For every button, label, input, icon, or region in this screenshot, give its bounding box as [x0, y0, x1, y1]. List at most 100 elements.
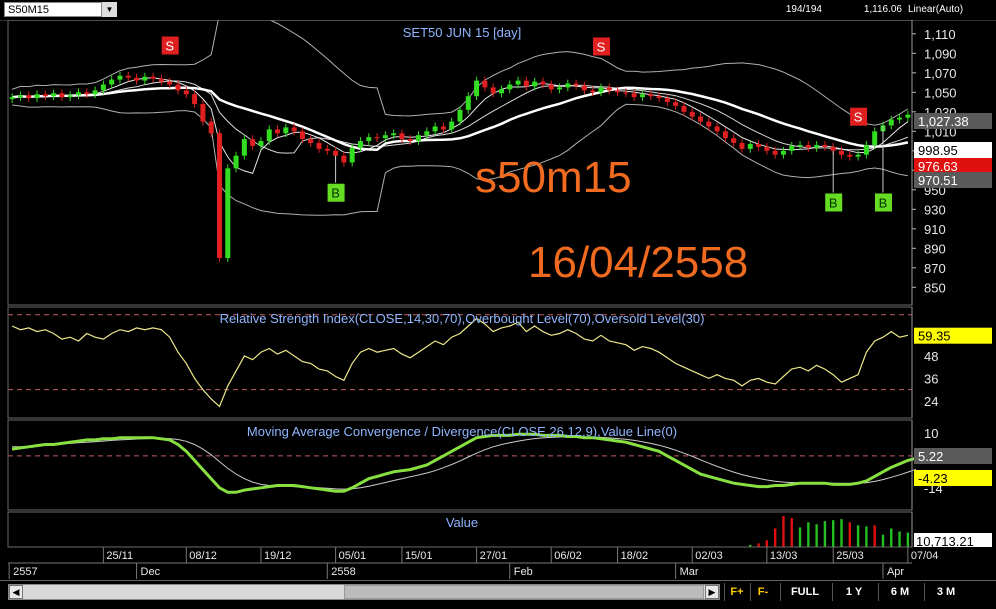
candle-body — [59, 93, 65, 98]
range-3m-button[interactable]: 3 M — [924, 583, 967, 601]
panel-frame-price — [7, 20, 913, 306]
rsi-title: Relative Strength Index(CLOSE,14,30,70),… — [220, 311, 705, 326]
triangle-left-icon[interactable]: ◀ — [9, 585, 23, 599]
candle-body — [357, 141, 363, 148]
macd-tick-label: 10 — [924, 426, 938, 441]
candle-body — [797, 144, 803, 147]
range-1y-button[interactable]: 1 Y — [832, 583, 875, 601]
candle-body — [606, 87, 612, 91]
date-tick-label: 25/03 — [836, 550, 864, 562]
month-tick-label: 2557 — [13, 566, 37, 578]
candle-body — [590, 90, 596, 93]
candle-body — [266, 129, 272, 142]
candle-body — [233, 155, 239, 169]
candle-body — [341, 155, 347, 163]
candle-body — [565, 83, 571, 88]
candle-body — [639, 94, 645, 98]
value-bar — [840, 519, 843, 547]
candle-body — [515, 80, 521, 85]
chart-area[interactable]: S B S S B B SET50 JUN 15 [day] 1,110 1,090 1,070 1… — [0, 20, 996, 580]
value-bar — [832, 520, 835, 547]
candle-body — [905, 114, 911, 118]
candle-body — [208, 121, 214, 134]
date-tick-label: 19/12 — [264, 550, 292, 562]
candle-body — [324, 148, 330, 151]
date-tick-label: 15/01 — [405, 550, 433, 562]
candle-body — [540, 81, 546, 85]
date-tick-label: 08/12 — [189, 550, 217, 562]
candle-body — [407, 139, 413, 142]
value-bar — [865, 526, 868, 547]
date-tick-label: 18/02 — [621, 550, 649, 562]
candle-body — [548, 84, 554, 90]
value-bar — [906, 532, 910, 547]
candle-body — [872, 131, 878, 145]
candle-body — [449, 121, 455, 130]
candle-body — [847, 154, 853, 157]
candle-body — [490, 87, 496, 94]
candle-body — [374, 137, 380, 139]
zoom-out-button[interactable]: F- — [750, 583, 775, 601]
candle-body — [557, 87, 563, 90]
value-bar — [815, 524, 818, 547]
candle-body — [92, 90, 98, 95]
zoom-in-button[interactable]: F+ — [724, 583, 749, 601]
price-tick-label: 870 — [924, 261, 946, 276]
candle-body — [739, 143, 745, 149]
value-bar — [823, 521, 827, 547]
triangle-right-icon[interactable]: ▶ — [705, 585, 719, 599]
date-tick-label: 25/11 — [106, 550, 133, 562]
candle-body — [117, 75, 123, 80]
candle-body — [474, 80, 480, 97]
scale-mode[interactable]: Linear(Auto) — [908, 3, 976, 17]
rsi-line — [11, 317, 909, 408]
horizontal-scrollbar[interactable]: ◀ ▶ — [8, 584, 720, 600]
candle-body — [440, 126, 446, 130]
price-tick-label: 1,070 — [924, 66, 957, 81]
watermark-date: 16/04/2558 — [528, 238, 748, 287]
rsi-value-label: 59.35 — [918, 329, 951, 344]
candle-body — [225, 168, 231, 259]
candle-body — [84, 92, 90, 95]
candle-body — [291, 127, 297, 132]
candle-body — [26, 95, 32, 99]
candle-body — [523, 80, 529, 87]
candle-body — [581, 85, 587, 91]
date-tick-label: 06/02 — [554, 550, 582, 562]
last-price-readout: 1,116.06 — [863, 4, 902, 15]
value-bar — [765, 540, 769, 547]
value-bar — [757, 543, 760, 547]
bars-shown-readout: 194/194 — [785, 4, 822, 15]
date-tick-label: 13/03 — [770, 550, 798, 562]
range-full-button[interactable]: FULL — [780, 583, 829, 601]
candle-body — [134, 77, 140, 81]
candle-body — [34, 94, 40, 99]
candle-body — [863, 144, 869, 155]
signal-label: B — [879, 195, 888, 210]
candle-body — [731, 138, 737, 143]
candle-body — [316, 143, 322, 149]
month-tick-label: Apr — [887, 566, 904, 578]
candle-body — [532, 81, 538, 87]
candle-body — [814, 144, 820, 148]
symbol-value: S50M15 — [8, 4, 49, 16]
price-tick-label: 1,050 — [924, 85, 957, 100]
ma5-line — [12, 77, 909, 175]
candle-body — [681, 105, 687, 112]
watermark-name: s50m15 — [475, 153, 632, 202]
candle-body — [9, 97, 15, 100]
candle-body — [722, 131, 728, 139]
range-6m-button[interactable]: 6 M — [878, 583, 921, 601]
candle-body — [200, 104, 206, 122]
candle-body — [109, 79, 115, 85]
candle-body — [598, 87, 604, 93]
candle-body — [250, 139, 256, 146]
chevron-down-icon[interactable]: ▼ — [101, 2, 117, 17]
candle-body — [399, 133, 405, 140]
scroll-thumb[interactable] — [344, 585, 704, 599]
date-tick-label: 27/01 — [480, 550, 508, 562]
value-bar — [890, 528, 893, 547]
candle-body — [183, 90, 189, 95]
price-tick-label: 1,090 — [924, 46, 957, 61]
symbol-selector[interactable]: S50M15 — [4, 2, 116, 17]
